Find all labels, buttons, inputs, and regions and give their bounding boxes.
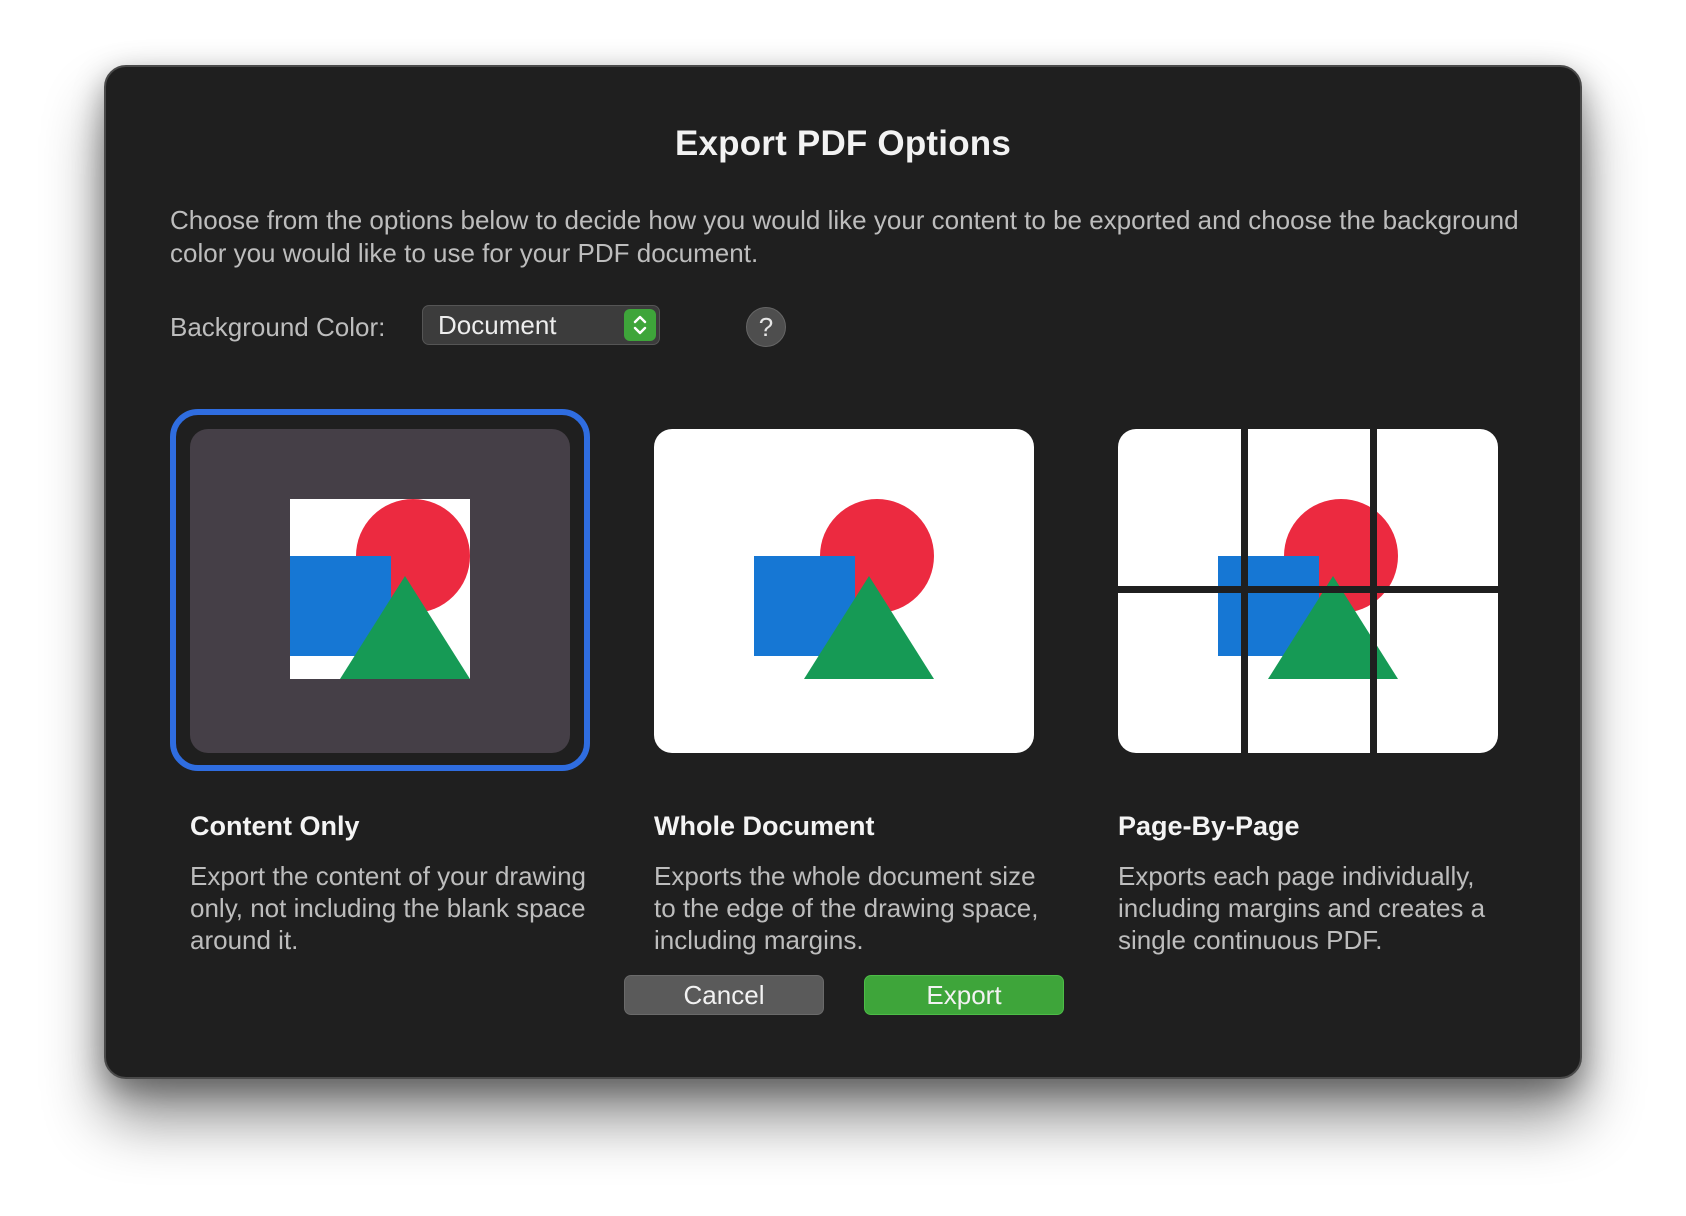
option-title: Content Only bbox=[190, 811, 360, 841]
background-color-row: Background Color: Document ? bbox=[170, 305, 786, 347]
background-color-label: Background Color: bbox=[170, 311, 386, 342]
whole-document-illustration bbox=[754, 499, 934, 679]
help-button[interactable]: ? bbox=[746, 307, 786, 347]
page-by-page-thumbnail bbox=[1118, 429, 1498, 753]
up-down-chevron-icon[interactable] bbox=[624, 309, 656, 341]
dialog-title: Export PDF Options bbox=[674, 124, 1012, 163]
background-color-select[interactable]: Document bbox=[422, 305, 660, 345]
option-title: Whole Document bbox=[654, 811, 875, 841]
background-color-value: Document bbox=[438, 310, 557, 340]
option-description: Export the content of your drawing only,… bbox=[190, 861, 587, 955]
dialog-description: Choose from the options below to decide … bbox=[170, 205, 1519, 268]
page-divider-line bbox=[1118, 586, 1498, 593]
question-mark-icon: ? bbox=[758, 312, 774, 342]
whole-document-thumbnail bbox=[654, 429, 1034, 753]
option-description: Exports each page individually, includin… bbox=[1118, 861, 1486, 955]
option-description: Exports the whole document size to the e… bbox=[654, 861, 1039, 955]
page-by-page-illustration bbox=[1118, 429, 1498, 753]
export-button[interactable]: Export bbox=[864, 975, 1064, 1015]
option-title: Page-By-Page bbox=[1118, 811, 1300, 841]
content-only-thumbnail bbox=[190, 429, 570, 753]
cancel-button[interactable]: Cancel bbox=[624, 975, 824, 1015]
content-only-illustration bbox=[290, 499, 470, 679]
export-pdf-dialog: Export PDF Options Choose from the optio… bbox=[104, 65, 1582, 1079]
